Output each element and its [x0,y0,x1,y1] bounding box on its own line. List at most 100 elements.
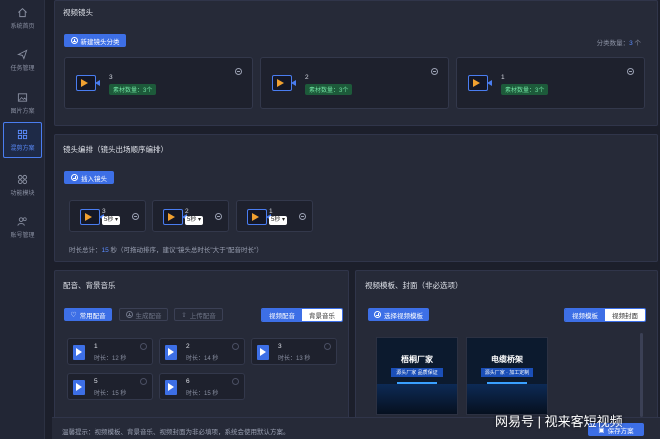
heart-icon: ♡ [70,311,77,319]
sidebar-item-images[interactable]: 图片方案 [3,85,42,121]
send-icon [17,48,28,60]
sidebar: 系统首页 任务管理 图片方案 混剪方案 功能模块 账号管理 [0,0,45,439]
sidebar-item-mix[interactable]: 混剪方案 [3,122,42,158]
audio-file-icon [165,345,177,360]
radio-icon[interactable] [324,343,331,350]
upload-voice-button[interactable]: ⇪ 上传配音 [174,308,223,321]
lens-card[interactable]: 3 素材数量：3个 [64,57,253,109]
total-duration: 时长总计：15 秒（可拖动排序，建议"镜头总时长"大于"配音时长"） [69,247,263,254]
template-tab-group: 视频模板 视频封面 [564,308,646,322]
arrange-panel: 镜头编排（镜头出场顺序编排） 插入镜头 3 5秒 ▾ 2 5秒 ▾ 1 5秒 ▾… [54,134,658,262]
sidebar-item-label: 功能模块 [10,190,35,197]
sidebar-item-label: 系统首页 [10,23,35,30]
template-thumbnail[interactable]: 电缆桥架 源头厂家 · 加工定制 [466,337,548,415]
tab-video-voice[interactable]: 视频配音 [262,309,302,321]
voice-duration: 时长：14 秒 [186,356,219,362]
lens-card[interactable]: 2 素材数量：3个 [260,57,449,109]
remove-icon[interactable] [627,68,634,75]
radio-icon[interactable] [140,343,147,350]
remove-icon[interactable] [215,213,222,220]
material-count-badge: 素材数量：3个 [305,84,353,95]
voice-item[interactable]: 3 时长：13 秒 [251,338,337,365]
remove-icon[interactable] [299,213,306,220]
video-camera-icon [272,75,296,91]
lens-number: 1 [269,208,273,215]
sidebar-item-label: 混剪方案 [10,145,35,152]
remove-icon[interactable] [132,213,139,220]
sidebar-item-accounts[interactable]: 账号管理 [3,209,42,245]
voice-item[interactable]: 1 时长：12 秒 [67,338,153,365]
thumbnail-subtitle: 源头厂家 · 加工定制 [481,368,533,377]
voice-number: 3 [278,343,282,350]
radio-icon[interactable] [140,378,147,385]
lens-title: 视频镜头 [63,8,93,17]
video-camera-icon [247,209,271,225]
voice-item[interactable]: 2 时长：14 秒 [159,338,245,365]
common-voice-button[interactable]: ♡ 常用配音 [64,308,112,321]
radio-icon[interactable] [232,378,239,385]
duration-select[interactable]: 5秒 ▾ [185,216,204,225]
remove-icon[interactable] [235,68,242,75]
lens-card[interactable]: 1 素材数量：3个 [456,57,645,109]
arranged-lens[interactable]: 2 5秒 ▾ [152,200,229,232]
plus-icon [374,311,381,318]
video-camera-icon [163,209,187,225]
audio-panel: 配音、背景音乐 ♡ 常用配音 生成配音 ⇪ 上传配音 视频配音 背景音乐 1 时长：… [54,270,349,439]
template-title: 视频模板、封面（非必选项） [365,281,463,290]
lens-number: 3 [102,208,106,215]
arranged-lens[interactable]: 1 5秒 ▾ [236,200,313,232]
sidebar-item-label: 账号管理 [10,232,35,239]
audio-tab-group: 视频配音 背景音乐 [261,308,343,322]
voice-duration: 时长：12 秒 [94,356,127,362]
sidebar-item-home[interactable]: 系统首页 [3,0,42,36]
generate-voice-button[interactable]: 生成配音 [119,308,168,321]
duration-select[interactable]: 5秒 ▾ [102,216,121,225]
template-thumbnail[interactable]: 梧桐厂家 源头厂家 品质保证 [376,337,458,415]
hint-text: 温馨提示：视频模板、背景音乐、视频封面为非必填项，系统会使用默认方案。 [62,429,290,436]
audio-file-icon [73,380,85,395]
voice-duration: 时长：13 秒 [278,356,311,362]
video-camera-icon [76,75,100,91]
voice-item[interactable]: 5 时长：15 秒 [67,373,153,400]
audio-file-icon [73,345,85,360]
new-lens-category-button[interactable]: 新建镜头分类 [64,34,126,47]
arranged-lens[interactable]: 3 5秒 ▾ [69,200,146,232]
sidebar-item-label: 图片方案 [10,108,35,115]
sidebar-item-tasks[interactable]: 任务管理 [3,42,42,78]
audio-file-icon [165,380,177,395]
tab-video-cover[interactable]: 视频封面 [605,309,645,321]
thumbnail-subtitle: 源头厂家 品质保证 [391,368,443,377]
voice-number: 5 [94,378,98,385]
arrange-title: 镜头编排（镜头出场顺序编排） [63,145,168,154]
main-content: 视频镜头 新建镜头分类 分类数量：3 个 3 素材数量：3个 2 素材数量：3个… [52,0,660,439]
lens-number: 3 [109,74,113,81]
voice-number: 6 [186,378,190,385]
tab-background-music[interactable]: 背景音乐 [302,309,342,321]
upload-icon: ⇪ [181,311,187,319]
audio-title: 配音、背景音乐 [63,281,116,290]
plus-icon [71,174,78,181]
lens-number: 1 [501,74,505,81]
duration-select[interactable]: 5秒 ▾ [269,216,288,225]
modules-icon [17,174,28,184]
home-icon [18,7,27,17]
scrollbar[interactable] [640,333,643,417]
plus-icon [125,311,133,318]
lens-number: 2 [305,74,309,81]
insert-lens-button[interactable]: 插入镜头 [64,171,114,184]
lens-number: 2 [185,208,189,215]
sidebar-item-modules[interactable]: 功能模块 [3,167,42,203]
select-template-button[interactable]: 选择视频模板 [368,308,429,321]
grid-icon [17,129,28,139]
tab-video-template[interactable]: 视频模板 [565,309,605,321]
thumbnail-title: 梧桐厂家 [401,355,433,364]
voice-number: 2 [186,343,190,350]
voice-duration: 时长：15 秒 [94,391,127,397]
radio-icon[interactable] [232,343,239,350]
voice-duration: 时长：15 秒 [186,391,219,397]
voice-number: 1 [94,343,98,350]
remove-icon[interactable] [431,68,438,75]
thumbnail-title: 电缆桥架 [491,355,523,364]
audio-file-icon [257,345,269,360]
voice-item[interactable]: 6 时长：15 秒 [159,373,245,400]
